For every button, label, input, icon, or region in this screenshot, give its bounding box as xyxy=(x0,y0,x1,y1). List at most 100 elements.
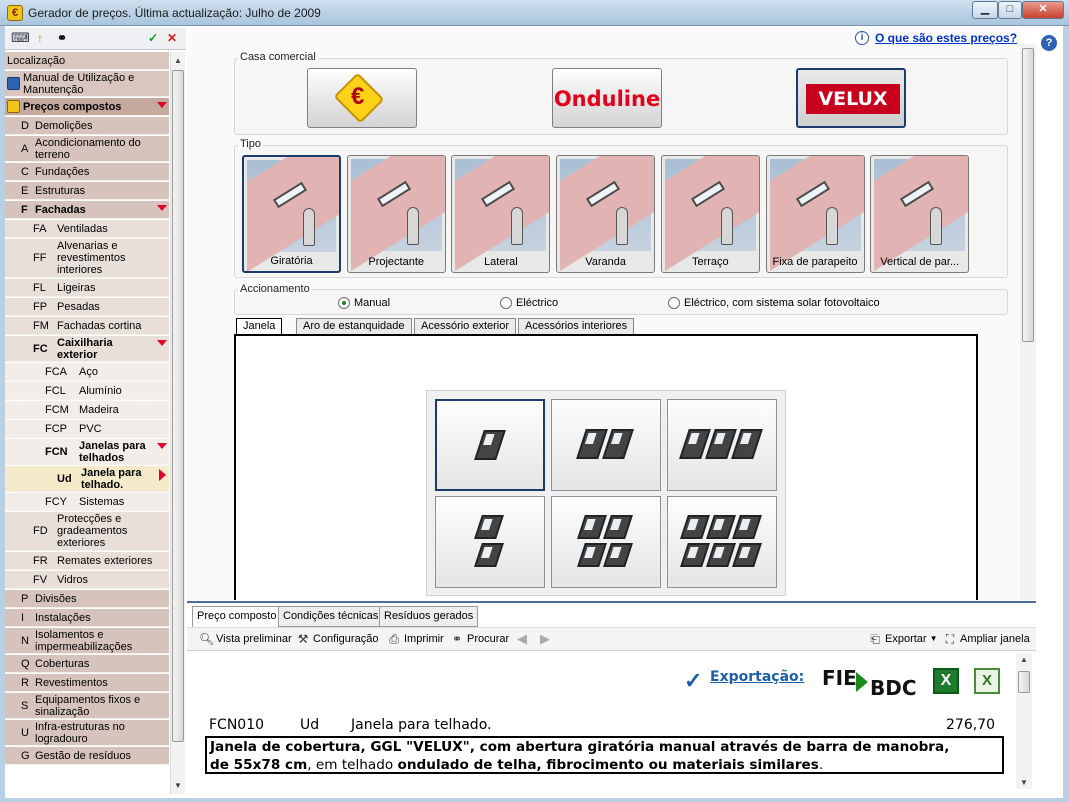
window-layout-option[interactable] xyxy=(667,399,777,491)
tree-item[interactable]: D Demolições xyxy=(5,117,169,135)
tree-item[interactable]: FCP PVC xyxy=(5,420,169,438)
tab-condicoes-tecnicas[interactable]: Condições técnicas xyxy=(278,606,384,627)
config-button[interactable]: ⚒ Configuração xyxy=(296,632,379,646)
brand-euro-button[interactable]: € xyxy=(307,68,417,128)
window-type-illustration xyxy=(455,156,550,272)
tipo-fixa-parapeito-button[interactable]: Fixa de parapeito xyxy=(765,155,865,273)
tree-item[interactable]: FM Fachadas cortina xyxy=(5,317,169,335)
expand-arrow-icon[interactable] xyxy=(157,443,167,449)
tree-item[interactable]: FV Vidros xyxy=(5,571,169,589)
tree-item[interactable]: F Fachadas xyxy=(5,201,169,219)
window-layout-option[interactable] xyxy=(435,496,545,588)
close-button[interactable]: ✕ xyxy=(1022,1,1064,19)
tipo-varanda-button[interactable]: Varanda xyxy=(556,155,656,273)
tipo-lateral-button[interactable]: Lateral xyxy=(451,155,551,273)
search-button[interactable]: ⚭ Procurar xyxy=(450,632,509,646)
cancel-icon[interactable]: ✕ xyxy=(167,31,177,45)
tab-residuos-gerados[interactable]: Resíduos gerados xyxy=(379,606,479,627)
radio-dot[interactable] xyxy=(338,297,350,309)
expand-arrow-icon[interactable] xyxy=(157,205,167,211)
export-link[interactable]: Exportação: xyxy=(710,669,804,685)
scroll-thumb[interactable] xyxy=(1022,48,1034,342)
tree-item[interactable]: FL Ligeiras xyxy=(5,279,169,297)
check-icon[interactable]: ✓ xyxy=(148,31,158,45)
tree-item[interactable]: E Estruturas xyxy=(5,182,169,200)
tipo-terraco-button[interactable]: Terraço xyxy=(660,155,760,273)
tree-item-label: Pesadas xyxy=(57,300,100,313)
tree-scrollbar[interactable]: ▲ ▼ xyxy=(170,52,185,794)
print-button[interactable]: ⎙ Imprimir xyxy=(387,632,444,646)
tree-item[interactable]: FR Remates exteriores xyxy=(5,552,169,570)
tab-preco-composto[interactable]: Preço composto xyxy=(192,606,282,628)
window-type-illustration xyxy=(769,156,864,272)
maximize-button[interactable]: □ xyxy=(998,1,1022,19)
scroll-thumb[interactable] xyxy=(1018,671,1030,693)
nav-back-button[interactable]: ◀ xyxy=(517,632,527,646)
tree-item[interactable]: Localização xyxy=(5,52,169,70)
minimize-button[interactable]: ▁ xyxy=(972,1,998,19)
window-layout-option[interactable] xyxy=(667,496,777,588)
tree-item[interactable]: FCY Sistemas xyxy=(5,493,169,511)
window-layout-option[interactable] xyxy=(551,399,661,491)
tree-item[interactable]: U Infra-estruturas no logradouro xyxy=(5,720,169,746)
price-scrollbar[interactable]: ▲ ▼ xyxy=(1016,653,1032,789)
binoculars-icon[interactable]: ⚭ xyxy=(57,31,67,45)
tree-item[interactable]: S Equipamentos fixos e sinalização xyxy=(5,693,169,719)
tree-item[interactable]: FA Ventiladas xyxy=(5,220,169,238)
tab-acessorio-exterior[interactable]: Acessório exterior xyxy=(414,318,517,335)
tree-item[interactable]: C Fundações xyxy=(5,163,169,181)
fie-bdc-export-icon[interactable]: FIE BDC xyxy=(822,666,918,700)
main-scrollbar[interactable] xyxy=(1020,44,1036,600)
window-pane-icon xyxy=(680,515,710,539)
tree-item[interactable]: P Divisões xyxy=(5,590,169,608)
excel-icon[interactable]: X xyxy=(933,668,959,694)
tree-item[interactable]: R Revestimentos xyxy=(5,674,169,692)
tipo-giratoria-button[interactable]: Giratória xyxy=(242,155,341,273)
tree-item-code: FCY xyxy=(45,495,67,508)
tree-item[interactable]: Q Coberturas xyxy=(5,655,169,673)
tree-item[interactable]: FD Protecções e gradeamentos exteriores xyxy=(5,512,169,551)
tree-item[interactable]: Ud Janela para telhado. xyxy=(5,466,169,492)
brand-velux-button[interactable]: VELUX xyxy=(796,68,906,128)
tab-aro-estanquidade[interactable]: Aro de estanquidade xyxy=(296,318,412,335)
tree-item[interactable]: FCM Madeira xyxy=(5,401,169,419)
radio-dot[interactable] xyxy=(668,297,680,309)
help-link[interactable]: O que são estes preços? xyxy=(875,31,1017,45)
window-pane-icon xyxy=(603,515,633,539)
tree-item[interactable]: FP Pesadas xyxy=(5,298,169,316)
scroll-thumb[interactable] xyxy=(172,70,184,742)
window-layout-option[interactable] xyxy=(435,399,545,491)
window-layout-option[interactable] xyxy=(551,496,661,588)
tree-item[interactable]: FCN Janelas para telhados xyxy=(5,439,169,465)
radio-electrico-solar[interactable]: Eléctrico, com sistema solar fotovoltaic… xyxy=(668,297,880,309)
radio-manual[interactable]: Manual xyxy=(338,297,390,309)
export-button[interactable]: ⎗ Exportar ▼ xyxy=(868,632,937,646)
tree-item[interactable]: A Acondicionamento do terreno xyxy=(5,136,169,162)
expand-arrow-icon[interactable] xyxy=(157,102,167,108)
tree-item[interactable]: Preços compostos xyxy=(5,98,169,116)
tree-item[interactable]: FC Caixilharia exterior xyxy=(5,336,169,362)
tree-item[interactable]: N Isolamentos e impermeabilizações xyxy=(5,628,169,654)
keyboard-icon[interactable]: ⌨ xyxy=(11,31,30,45)
tree-item[interactable]: I Instalações xyxy=(5,609,169,627)
tree-item[interactable]: G Gestão de resíduos xyxy=(5,747,169,765)
preview-button[interactable]: 🔍︎ Vista preliminar xyxy=(199,632,292,646)
excel-xml-icon[interactable]: X xyxy=(974,668,1000,694)
selected-arrow-icon xyxy=(159,469,166,481)
tipo-vertical-parede-button[interactable]: Vertical de par... xyxy=(870,155,970,273)
tree-item[interactable]: Manual de Utilização e Manutenção xyxy=(5,71,169,97)
tree-item[interactable]: FF Alvenarias e revestimentos interiores xyxy=(5,239,169,278)
tree-item[interactable]: FCA Aço xyxy=(5,363,169,381)
help-icon[interactable]: ? xyxy=(1041,35,1057,51)
radio-dot[interactable] xyxy=(500,297,512,309)
enlarge-button[interactable]: ⛶ Ampliar janela xyxy=(943,632,1030,646)
expand-arrow-icon[interactable] xyxy=(157,340,167,346)
tree-item[interactable]: FCL Alumínio xyxy=(5,382,169,400)
tipo-projectante-button[interactable]: Projectante xyxy=(346,155,446,273)
tipo-label: Varanda xyxy=(585,256,626,268)
up-arrow-icon[interactable]: ↑ xyxy=(37,31,43,45)
tab-acessorios-interiores[interactable]: Acessórios interiores xyxy=(518,318,635,335)
nav-forward-button[interactable]: ▶ xyxy=(540,632,550,646)
brand-onduline-button[interactable]: Onduline xyxy=(552,68,662,128)
radio-electrico[interactable]: Eléctrico xyxy=(500,297,558,309)
